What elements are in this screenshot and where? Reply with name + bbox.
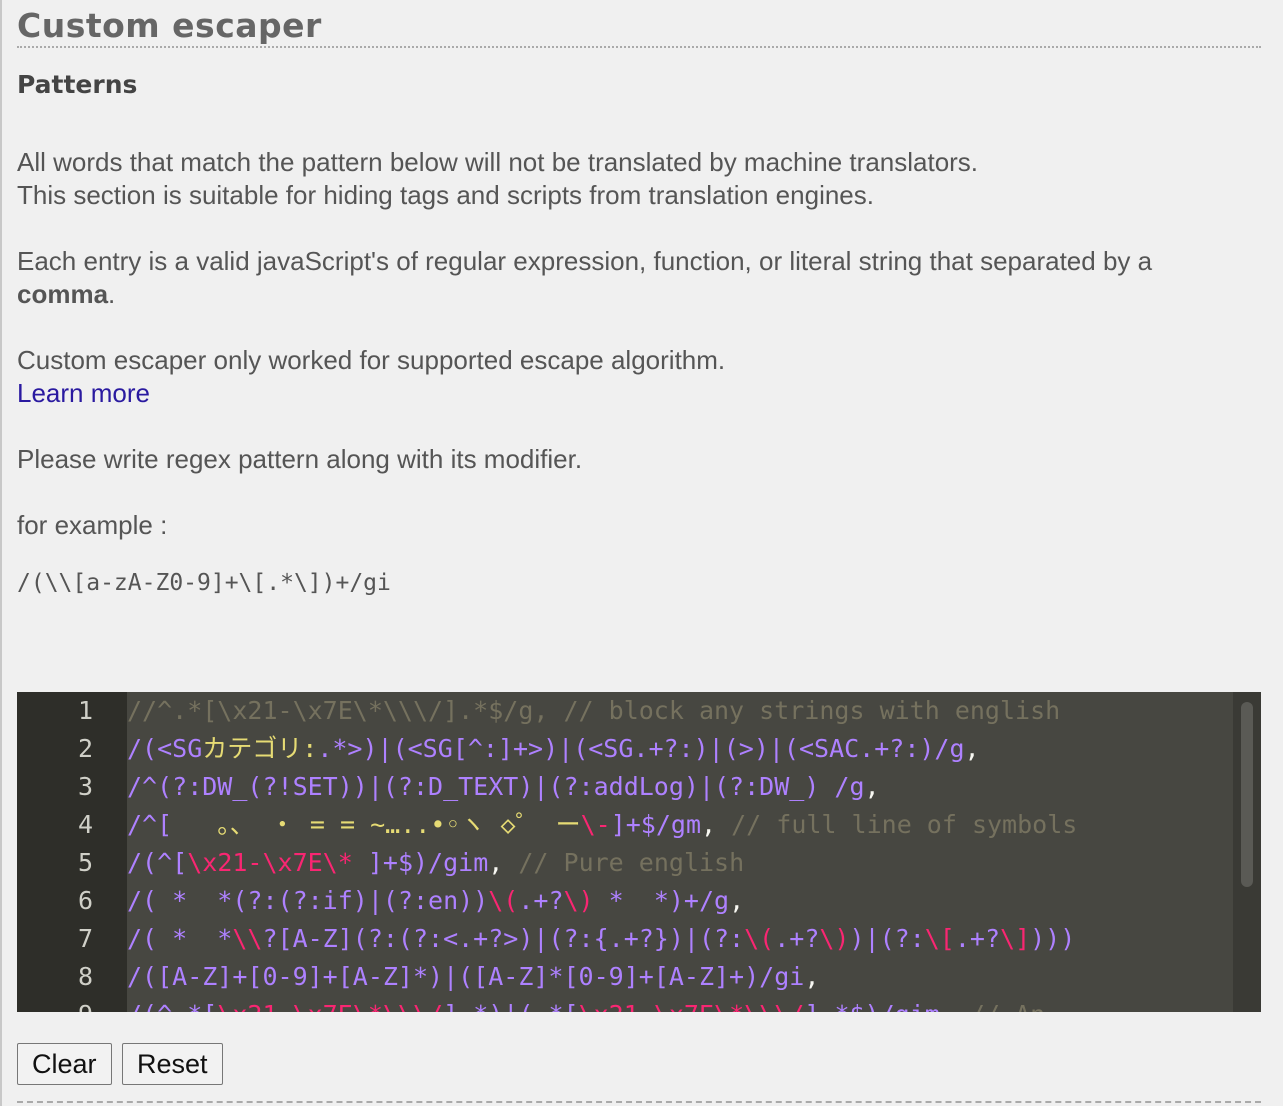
code-token: ]+$)/gim xyxy=(352,848,489,877)
code-token: /(^[ xyxy=(127,848,188,877)
code-line[interactable]: /( * *(?:(?:if)|(?:en))\(.+?\) * *)+/g, xyxy=(127,882,744,920)
code-token: // Pure english xyxy=(518,848,745,877)
learn-more-link[interactable]: Learn more xyxy=(17,378,150,408)
pattern-code-editor[interactable]: 1 2 3 4 5 6 7 8 9 //^.*[\x21-\x7E\*\\\/].*$/g, /… xyxy=(17,692,1261,1012)
description-line-1: All words that match the pattern below w… xyxy=(17,147,979,177)
code-token: /(^.*[ xyxy=(127,1000,217,1012)
code-line[interactable]: /([A-Z]+[0-9]+[A-Z]*)|([A-Z]*[0-9]+[A-Z]… xyxy=(127,958,819,996)
line-number: 4 xyxy=(77,810,93,839)
code-token: \\ xyxy=(232,924,263,953)
code-token: )|(?: xyxy=(849,924,925,953)
code-token: * *)+/g xyxy=(593,886,730,915)
scrollbar-thumb[interactable] xyxy=(1241,702,1253,887)
code-token: // An xyxy=(970,1000,1045,1012)
code-token: \] xyxy=(1000,924,1031,953)
comma-emphasis: comma xyxy=(17,279,109,309)
code-token: /^[ xyxy=(127,810,173,839)
code-token: 。、 ・ = = ~…..•◦ヽ ◇゜ ー xyxy=(172,810,581,839)
code-token: ].*)|(.*[ xyxy=(443,1000,578,1012)
code-token: , xyxy=(864,772,880,801)
left-border xyxy=(0,0,2,1106)
code-line[interactable]: /(^.*[\x21-\x7E\*\\\/].*)|(.*[\x21-\x7E\… xyxy=(127,996,1045,1012)
code-token: \- xyxy=(580,810,611,839)
code-line[interactable]: /^[ 。、 ・ = = ~…..•◦ヽ ◇゜ ー\-]+$/gm, // fu… xyxy=(127,806,1077,844)
description-line-2: This section is suitable for hiding tags… xyxy=(17,180,874,210)
line-number: 9 xyxy=(17,996,93,1012)
code-line[interactable]: /( * *\\?[A-Z](?:(?:<.+?>)|(?:{.+?})|(?:… xyxy=(127,920,1075,958)
code-token: \x21-\x7E\*\\\/ xyxy=(579,1000,805,1012)
code-token: ?[A-Z](?:(?:<.+?>)|(?:{.+?})|(?: xyxy=(262,924,745,953)
code-token: ].*$)/gim xyxy=(804,1000,939,1012)
period: . xyxy=(108,279,116,309)
code-token: , xyxy=(701,810,732,839)
code-token: ))) xyxy=(1030,924,1076,953)
line-number: 5 xyxy=(77,848,93,877)
vertical-scrollbar[interactable] xyxy=(1233,692,1261,1012)
reset-button[interactable]: Reset xyxy=(122,1043,223,1085)
code-line[interactable]: /(<SGカテゴリ:.*>)|(<SG[^:]+>)|(<SG.+?:)|(>)… xyxy=(127,730,980,768)
learn-more-line: Learn more xyxy=(17,377,150,410)
code-token: /^(?:DW_(?!SET))|(?:D_TEXT)|(?:addLog)|(… xyxy=(127,772,865,801)
description-line-3: Each entry is a valid javaScript's of re… xyxy=(17,245,1152,278)
line-number: 6 xyxy=(77,886,93,915)
code-token: \( xyxy=(488,886,519,915)
code-token: , xyxy=(964,734,980,763)
bottom-divider xyxy=(17,1101,1261,1103)
code-lines[interactable]: //^.*[\x21-\x7E\*\\\/].*$/g, // block an… xyxy=(127,692,1233,1012)
code-token: .*>)|(<SG[^:]+>)|(<SG.+?:)|(>)|(<SAC.+?:… xyxy=(317,734,965,763)
code-token: .+? xyxy=(518,886,564,915)
code-token: /( * * xyxy=(127,924,233,953)
description-line-5: Please write regex pattern along with it… xyxy=(17,444,583,474)
code-token: /([A-Z]+[0-9]+[A-Z]*)|([A-Z]*[0-9]+[A-Z]… xyxy=(127,962,805,991)
code-token: ]+$/gm xyxy=(610,810,702,839)
line-number-gutter: 1 2 3 4 5 6 7 8 9 xyxy=(17,692,127,1012)
section-title: Custom escaper xyxy=(17,0,1261,48)
line-number: 7 xyxy=(77,924,93,953)
code-line[interactable]: /^(?:DW_(?!SET))|(?:D_TEXT)|(?:addLog)|(… xyxy=(127,768,880,806)
code-token: \x21-\x7E\*\\\/ xyxy=(217,1000,443,1012)
code-token: /(<SG xyxy=(127,734,203,763)
code-token: カテゴリ: xyxy=(202,734,318,763)
description-line-4: Custom escaper only worked for supported… xyxy=(17,345,726,375)
description-line-3b: comma. xyxy=(17,278,115,311)
line-number: 1 xyxy=(77,696,93,725)
code-token: , xyxy=(729,886,745,915)
custom-escaper-section: Custom escaper Patterns All words that m… xyxy=(17,0,1261,1012)
patterns-heading: Patterns xyxy=(17,70,138,99)
code-token: , xyxy=(940,1000,970,1012)
line-number: 8 xyxy=(77,962,93,991)
code-token: \x21-\x7E\* xyxy=(187,848,353,877)
code-token: //^.*[\x21-\x7E\*\\\/].*$/g, // block an… xyxy=(127,696,1061,725)
clear-button[interactable]: Clear xyxy=(17,1043,112,1085)
code-token: .+? xyxy=(774,924,820,953)
code-token: \( xyxy=(744,924,775,953)
line-number: 2 xyxy=(77,734,93,763)
code-token: \[ xyxy=(924,924,955,953)
line-number: 3 xyxy=(77,772,93,801)
code-token: , xyxy=(804,962,820,991)
code-token: /( * *(?:(?:if)|(?:en)) xyxy=(127,886,489,915)
description-line-6: for example : xyxy=(17,510,168,540)
description-line-3-text: Each entry is a valid javaScript's of re… xyxy=(17,246,1153,276)
code-token: , xyxy=(488,848,519,877)
code-token: // full line of symbols xyxy=(731,810,1078,839)
code-line[interactable]: /(^[\x21-\x7E\* ]+$)/gim, // Pure englis… xyxy=(127,844,744,882)
code-token: \) xyxy=(563,886,594,915)
example-regex: /(\\[a-zA-Z0-9]+\[.*\])+/gi xyxy=(17,570,391,596)
code-token: .+? xyxy=(954,924,1001,953)
code-token: \) xyxy=(819,924,850,953)
code-line[interactable]: //^.*[\x21-\x7E\*\\\/].*$/g, // block an… xyxy=(127,692,1060,730)
